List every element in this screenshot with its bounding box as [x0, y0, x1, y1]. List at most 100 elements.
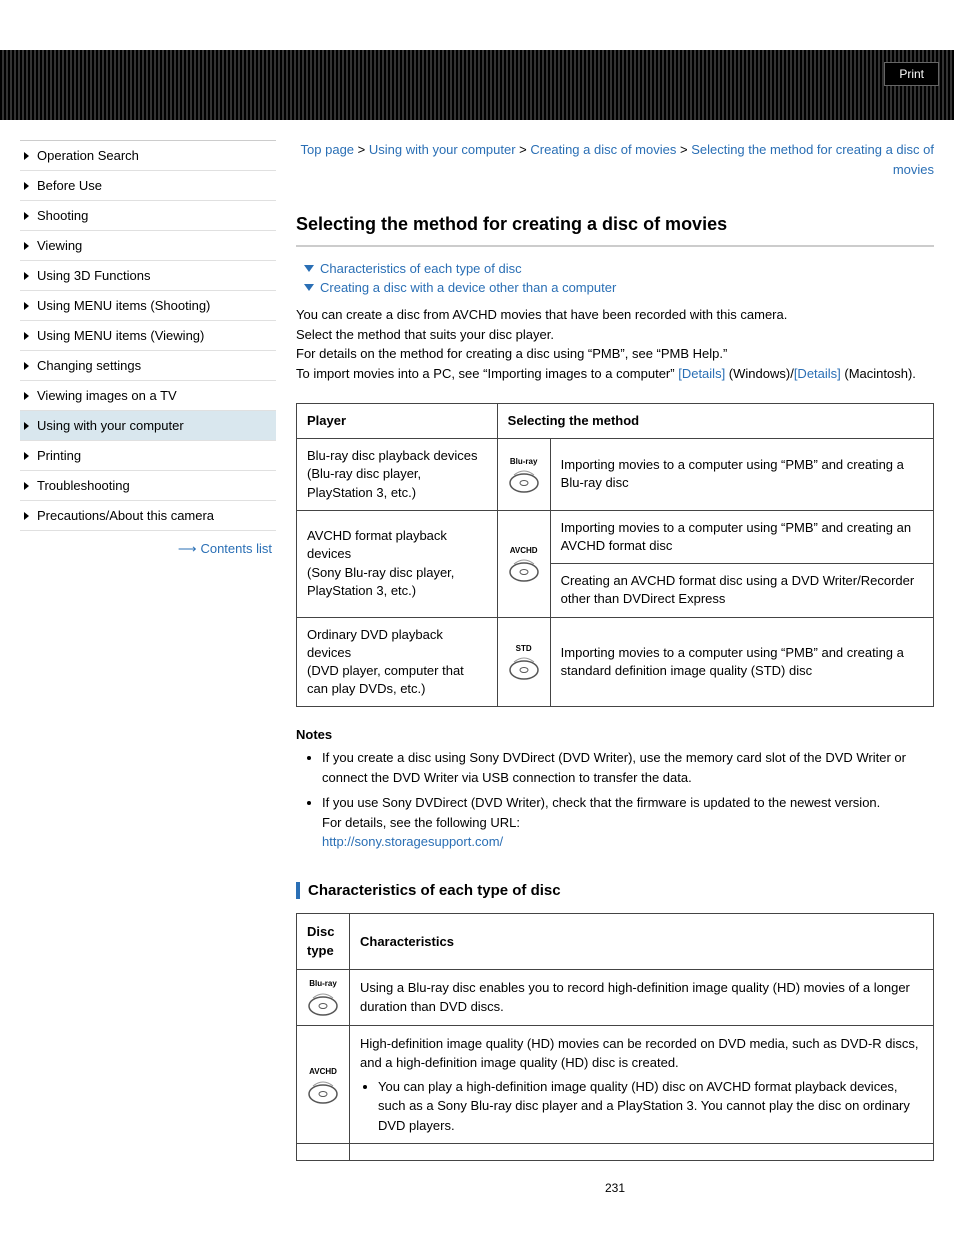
cell-icon: Blu-ray [297, 969, 350, 1025]
sidebar-item-label: Troubleshooting [37, 478, 130, 493]
contents-list-link[interactable]: ⟶Contents list [20, 531, 276, 557]
storage-support-link[interactable]: http://sony.storagesupport.com/ [322, 834, 503, 849]
breadcrumb-l2[interactable]: Using with your computer [369, 142, 516, 157]
note-item: If you use Sony DVDirect (DVD Writer), c… [322, 793, 934, 852]
notes-section: Notes If you create a disc using Sony DV… [296, 727, 934, 852]
page-title: Selecting the method for creating a disc… [296, 214, 934, 247]
breadcrumb-sep: > [358, 142, 366, 157]
intro-p1: You can create a disc from AVCHD movies … [296, 305, 934, 325]
contents-list-label: Contents list [200, 541, 272, 556]
table-row: AVCHD High-definition image quality (HD)… [297, 1025, 934, 1144]
toc-link-characteristics[interactable]: Characteristics of each type of disc [304, 261, 926, 276]
breadcrumb-current: Selecting the method for creating a disc… [691, 142, 934, 177]
cell-method: Importing movies to a computer using “PM… [550, 617, 933, 707]
chevron-right-icon [24, 302, 29, 310]
sidebar-item-label: Viewing [37, 238, 82, 253]
sidebar-item-using-computer[interactable]: Using with your computer [20, 411, 276, 441]
chevron-right-icon [24, 392, 29, 400]
sidebar-item-label: Printing [37, 448, 81, 463]
chevron-right-icon [24, 242, 29, 250]
sidebar-item-label: Using 3D Functions [37, 268, 150, 283]
characteristic-bullet: You can play a high-definition image qua… [378, 1077, 923, 1136]
table-row: AVCHD format playback devices(Sony Blu-r… [297, 510, 934, 563]
table-row: Blu-ray Using a Blu-ray disc enables you… [297, 969, 934, 1025]
sidebar-item-label: Before Use [37, 178, 102, 193]
toc-link-label: Characteristics of each type of disc [320, 261, 522, 276]
cell-icon: AVCHD [297, 1025, 350, 1144]
intro-p4: To import movies into a PC, see “Importi… [296, 364, 934, 384]
cell-method: Importing movies to a computer using “PM… [550, 510, 933, 563]
table-row: Ordinary DVD playback devices(DVD player… [297, 617, 934, 707]
cell-player: AVCHD format playback devices(Sony Blu-r… [297, 510, 498, 617]
bluray-disc-icon [307, 988, 339, 1016]
print-button[interactable]: Print [884, 62, 939, 86]
breadcrumb-top[interactable]: Top page [301, 142, 355, 157]
main-container: Operation Search Before Use Shooting Vie… [0, 120, 954, 1215]
avchd-disc-icon [508, 554, 540, 582]
sidebar-item-printing[interactable]: Printing [20, 441, 276, 471]
chevron-right-icon [24, 362, 29, 370]
cell-icon: AVCHD [497, 510, 550, 617]
intro-text: You can create a disc from AVCHD movies … [296, 305, 934, 383]
table-header-characteristics: Characteristics [350, 913, 934, 969]
table-row [297, 1144, 934, 1161]
toc-link-label: Creating a disc with a device other than… [320, 280, 616, 295]
chevron-right-icon [24, 212, 29, 220]
avchd-disc-icon [307, 1076, 339, 1104]
breadcrumb-sep: > [519, 142, 527, 157]
sidebar-item-label: Viewing images on a TV [37, 388, 177, 403]
sidebar-item-3d-functions[interactable]: Using 3D Functions [20, 261, 276, 291]
sidebar-item-label: Using with your computer [37, 418, 184, 433]
sidebar-item-viewing[interactable]: Viewing [20, 231, 276, 261]
cell-characteristic: Using a Blu-ray disc enables you to reco… [350, 969, 934, 1025]
section-heading-characteristics: Characteristics of each type of disc [296, 882, 934, 899]
cell-player: Blu-ray disc playback devices(Blu-ray di… [297, 439, 498, 511]
chevron-right-icon [24, 422, 29, 430]
disc-method-table: Player Selecting the method Blu-ray disc… [296, 403, 934, 707]
sidebar-item-operation-search[interactable]: Operation Search [20, 141, 276, 171]
table-header-disc-type: Disc type [297, 913, 350, 969]
intro-p3: For details on the method for creating a… [296, 344, 934, 364]
std-disc-icon [508, 652, 540, 680]
sidebar-item-label: Changing settings [37, 358, 141, 373]
sidebar-item-label: Using MENU items (Shooting) [37, 298, 210, 313]
bluray-disc-icon [508, 465, 540, 493]
sidebar: Operation Search Before Use Shooting Vie… [20, 140, 276, 1195]
sidebar-item-precautions[interactable]: Precautions/About this camera [20, 501, 276, 531]
note-item: If you create a disc using Sony DVDirect… [322, 748, 934, 787]
intro-p2: Select the method that suits your disc p… [296, 325, 934, 345]
chevron-right-icon [24, 452, 29, 460]
toc-link-creating-other[interactable]: Creating a disc with a device other than… [304, 280, 926, 295]
cell-method: Creating an AVCHD format disc using a DV… [550, 564, 933, 617]
cell-player: Ordinary DVD playback devices(DVD player… [297, 617, 498, 707]
notes-heading: Notes [296, 727, 934, 742]
table-header-method: Selecting the method [497, 404, 933, 439]
triangle-down-icon [304, 265, 314, 272]
sidebar-item-menu-viewing[interactable]: Using MENU items (Viewing) [20, 321, 276, 351]
chevron-right-icon [24, 482, 29, 490]
sidebar-item-label: Shooting [37, 208, 88, 223]
breadcrumb-l3[interactable]: Creating a disc of movies [530, 142, 676, 157]
details-link-mac[interactable]: [Details] [794, 366, 841, 381]
chevron-right-icon [24, 152, 29, 160]
chevron-right-icon [24, 272, 29, 280]
cell-icon: Blu-ray [497, 439, 550, 511]
header-band: Print [0, 50, 954, 120]
sidebar-item-shooting[interactable]: Shooting [20, 201, 276, 231]
sidebar-item-changing-settings[interactable]: Changing settings [20, 351, 276, 381]
sidebar-item-label: Using MENU items (Viewing) [37, 328, 204, 343]
cell-method: Importing movies to a computer using “PM… [550, 439, 933, 511]
sidebar-item-before-use[interactable]: Before Use [20, 171, 276, 201]
sidebar-item-label: Operation Search [37, 148, 139, 163]
triangle-down-icon [304, 284, 314, 291]
cell-characteristic: High-definition image quality (HD) movie… [350, 1025, 934, 1144]
sidebar-item-menu-shooting[interactable]: Using MENU items (Shooting) [20, 291, 276, 321]
cell-icon: STD [497, 617, 550, 707]
sidebar-item-troubleshooting[interactable]: Troubleshooting [20, 471, 276, 501]
cell-icon [297, 1144, 350, 1161]
cell-characteristic [350, 1144, 934, 1161]
details-link-windows[interactable]: [Details] [678, 366, 725, 381]
characteristics-table: Disc type Characteristics Blu-ray Using … [296, 913, 934, 1162]
arrow-right-icon: ⟶ [178, 541, 197, 556]
sidebar-item-viewing-tv[interactable]: Viewing images on a TV [20, 381, 276, 411]
